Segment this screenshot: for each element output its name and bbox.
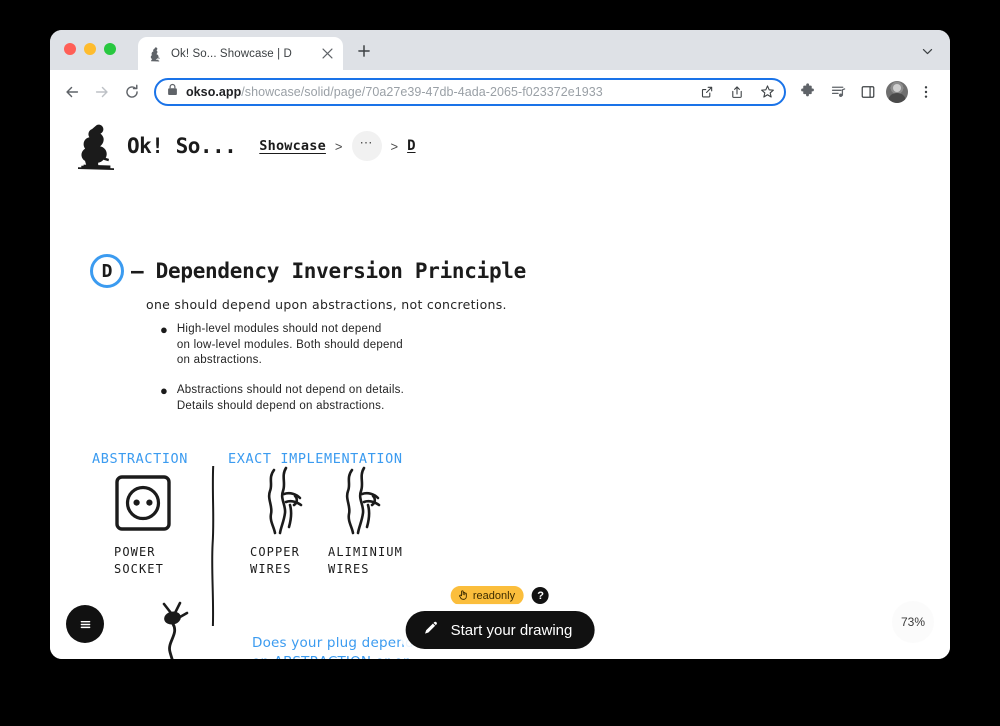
share-icon[interactable] (726, 81, 748, 103)
bullet-dot: ● (160, 383, 168, 398)
status-badge-label: readonly (472, 589, 516, 602)
bookmark-star-icon[interactable] (756, 81, 778, 103)
tab-title: Ok! So... Showcase | D (171, 47, 292, 60)
lock-icon (167, 83, 178, 101)
status-row: readonly ? (450, 586, 550, 605)
drawing-canvas[interactable]: D — Dependency Inversion Principle one s… (50, 114, 950, 659)
aliminium-wires-icon (342, 464, 386, 536)
url-path: /showcase/solid/page/70a27e39-47db-4ada-… (241, 84, 603, 99)
hand-touch-icon (458, 589, 469, 603)
browser-window: Ok! So... Showcase | D okso.app/showcase… (50, 30, 950, 659)
address-bar[interactable]: okso.app/showcase/solid/page/70a27e39-47… (154, 77, 786, 106)
forward-icon[interactable] (88, 78, 116, 106)
page-title: — Dependency Inversion Principle (131, 259, 526, 283)
zoom-level-indicator[interactable]: 73% (892, 601, 934, 643)
bullet-dot: ● (160, 322, 168, 337)
bullet-item: ● Abstractions should not depend on deta… (160, 383, 404, 414)
figure-label-power-socket: POWER SOCKET (114, 545, 164, 576)
open-in-new-icon[interactable] (696, 81, 718, 103)
help-button[interactable]: ? (532, 587, 550, 604)
browser-menu-icon[interactable] (912, 78, 940, 106)
bullet-item: ● High-level modules should not depend o… (160, 322, 403, 369)
maximize-window-button[interactable] (104, 43, 116, 55)
extensions-puzzle-icon[interactable] (794, 78, 822, 106)
tab-search-chevron-down-icon[interactable] (916, 40, 938, 62)
start-drawing-label: Start your drawing (450, 621, 573, 639)
url-text: okso.app/showcase/solid/page/70a27e39-47… (186, 85, 688, 99)
window-traffic-lights (64, 43, 116, 55)
canvas-menu-button[interactable] (66, 605, 104, 643)
profile-avatar[interactable] (886, 80, 908, 103)
close-tab-icon[interactable] (319, 46, 335, 62)
minimize-window-button[interactable] (84, 43, 96, 55)
bullet-text: High-level modules should not depend on … (176, 323, 403, 366)
copper-wires-icon (264, 464, 308, 536)
new-tab-button[interactable] (352, 39, 376, 63)
back-icon[interactable] (58, 78, 86, 106)
figure-label-copper-wires: COPPER WIRES (250, 545, 300, 576)
close-window-button[interactable] (64, 43, 76, 55)
tab-strip: Ok! So... Showcase | D (50, 30, 950, 70)
power-socket-icon (114, 474, 172, 532)
principle-letter: D (101, 260, 113, 282)
reading-list-icon[interactable] (824, 78, 852, 106)
plug-icon (154, 600, 208, 659)
desktop-backdrop: Ok! So... Showcase | D okso.app/showcase… (0, 0, 1000, 726)
principle-letter-badge: D (90, 254, 124, 288)
diagram-divider (210, 465, 216, 627)
figure-label-aliminium-wires: ALIMINIUM WIRES (328, 545, 403, 576)
url-host: okso.app (186, 84, 242, 99)
question-annotation: Does your plug depend on ABSTRACTION or … (252, 635, 414, 659)
bullet-text: Abstractions should not depend on detail… (176, 384, 405, 412)
page-title-row: D — Dependency Inversion Principle (90, 254, 526, 288)
page-subtitle: one should depend upon abstractions, not… (146, 297, 507, 312)
pencil-icon (423, 620, 439, 640)
bottom-action-area: readonly ? Start your drawing (405, 586, 595, 649)
status-badge[interactable]: readonly (450, 586, 525, 605)
side-panel-icon[interactable] (854, 78, 882, 106)
page-viewport: Ok! So... Showcase > ⋯ > D D — Dependenc… (50, 114, 950, 659)
thinker-statue-favicon (148, 46, 164, 62)
reload-icon[interactable] (118, 78, 146, 106)
browser-toolbar: okso.app/showcase/solid/page/70a27e39-47… (50, 70, 950, 114)
column-heading-abstraction: ABSTRACTION (92, 451, 189, 467)
start-drawing-button[interactable]: Start your drawing (405, 611, 595, 649)
browser-tab[interactable]: Ok! So... Showcase | D (138, 37, 343, 70)
